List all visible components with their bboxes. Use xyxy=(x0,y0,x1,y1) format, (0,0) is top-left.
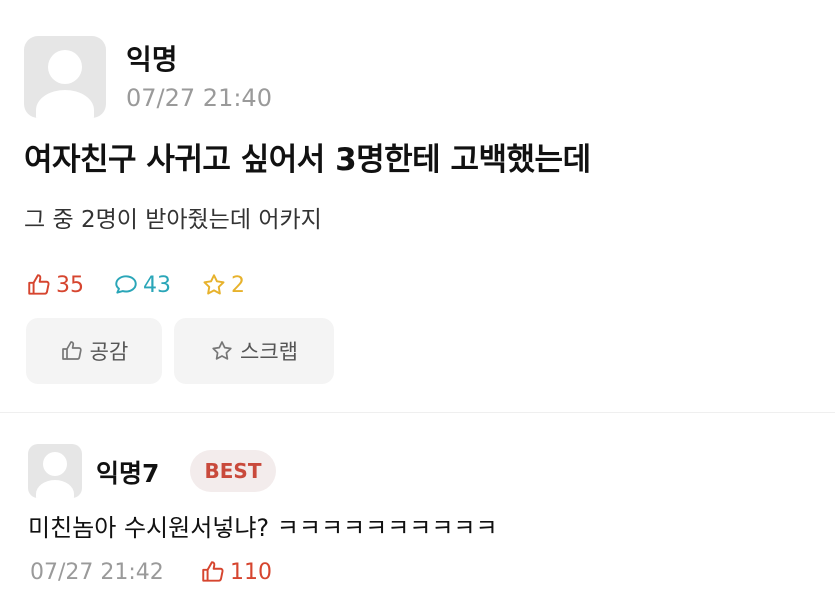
star-icon xyxy=(203,274,225,295)
like-button-label: 공감 xyxy=(89,340,129,364)
like-count-stat: 35 xyxy=(26,272,84,298)
scrap-count-stat: 2 xyxy=(201,272,245,298)
comment-text: 미친놈아 수시원서넣냐? ㅋㅋㅋㅋㅋㅋㅋㅋㅋㅋ xyxy=(28,514,498,542)
post-body: 그 중 2명이 받아줬는데 어카지 xyxy=(24,207,322,233)
like-count: 35 xyxy=(56,272,84,298)
avatar-body-shape xyxy=(36,480,74,498)
comment-like-button[interactable]: 110 xyxy=(200,559,272,585)
scrap-button[interactable]: 스크랩 xyxy=(174,318,334,384)
star-icon xyxy=(212,341,232,360)
thumbs-up-icon xyxy=(61,341,82,360)
avatar-head-shape xyxy=(48,50,82,84)
speech-bubble-icon xyxy=(115,275,137,294)
avatar-body-shape xyxy=(36,90,94,118)
comment-timestamp: 07/27 21:42 xyxy=(30,560,164,585)
comment-author-name: 익명7 xyxy=(96,459,160,488)
comment-like-count: 110 xyxy=(230,559,272,585)
thumbs-up-icon xyxy=(202,561,224,582)
scrap-count: 2 xyxy=(231,272,245,298)
best-badge: BEST xyxy=(190,450,276,492)
avatar-head-shape xyxy=(43,452,67,476)
post-author-name: 익명 xyxy=(126,43,178,76)
scrap-button-label: 스크랩 xyxy=(240,340,298,364)
like-button[interactable]: 공감 xyxy=(26,318,162,384)
comment-count-stat: 43 xyxy=(113,272,171,298)
post-author-avatar xyxy=(24,36,106,118)
thumbs-up-icon xyxy=(28,274,50,295)
section-divider xyxy=(0,412,835,413)
comment-author-avatar xyxy=(28,444,82,498)
post-timestamp: 07/27 21:40 xyxy=(126,84,272,112)
post-title: 여자친구 사귀고 싶어서 3명한테 고백했는데 xyxy=(24,142,591,178)
comment-count: 43 xyxy=(143,272,171,298)
